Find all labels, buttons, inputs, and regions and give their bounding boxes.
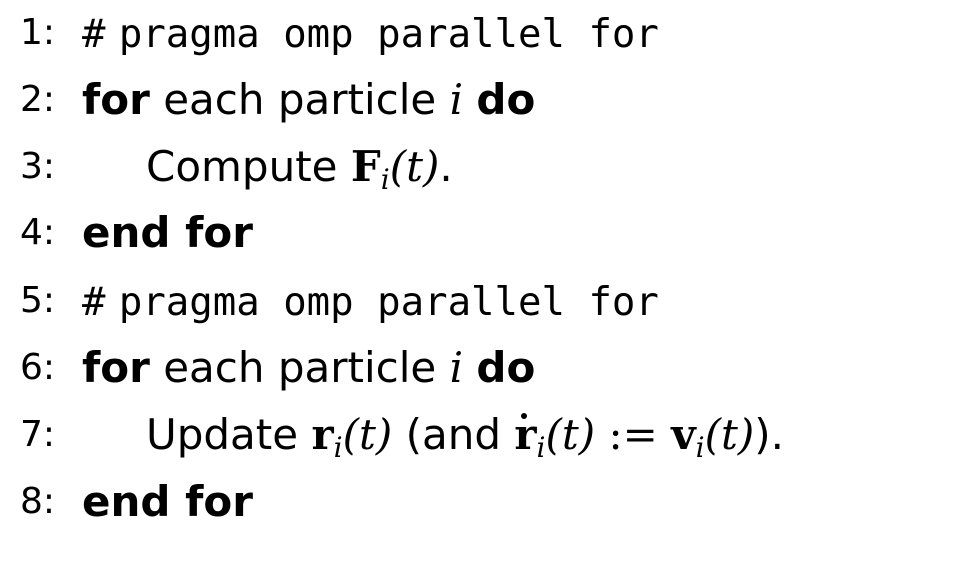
keyword-for: for bbox=[82, 75, 150, 124]
line-number: 7: bbox=[20, 414, 56, 455]
line-content: # pragma omp parallel for bbox=[82, 271, 659, 333]
pragma-hash: # bbox=[82, 280, 106, 325]
statement-text: Update bbox=[146, 410, 299, 459]
time-argument: (t) bbox=[342, 410, 393, 459]
time-argument: (t) bbox=[389, 142, 440, 191]
statement-end: . bbox=[439, 142, 453, 191]
algorithm-listing: 1: # pragma omp parallel for 2: for each… bbox=[0, 0, 964, 565]
loop-variable: i bbox=[449, 75, 464, 124]
keyword-do: do bbox=[476, 343, 536, 392]
loop-text: each particle bbox=[163, 343, 437, 392]
subscript: i bbox=[536, 431, 546, 464]
subscript: i bbox=[695, 431, 705, 464]
subscript: i bbox=[333, 431, 343, 464]
keyword-end-for: end for bbox=[82, 208, 253, 257]
velocity-dot-symbol: r bbox=[514, 405, 536, 465]
statement-close: ). bbox=[754, 410, 784, 459]
line-number: 3: bbox=[20, 146, 56, 187]
keyword-end-for: end for bbox=[82, 477, 253, 526]
velocity-symbol: v bbox=[671, 410, 696, 459]
force-symbol: F bbox=[350, 142, 381, 191]
pragma-directive: pragma omp parallel for bbox=[118, 280, 659, 325]
line-content: Compute Fi(t). bbox=[146, 137, 453, 202]
line-number: 2: bbox=[20, 79, 56, 120]
keyword-for: for bbox=[82, 343, 150, 392]
time-argument: (t) bbox=[545, 410, 596, 459]
line-number: 6: bbox=[20, 347, 56, 388]
line-number: 5: bbox=[20, 280, 56, 321]
position-symbol: r bbox=[311, 410, 334, 459]
line-content: Update ri(t) (and r i(t) := vi(t)). bbox=[146, 405, 784, 470]
line-content: for each particle i do bbox=[82, 338, 535, 398]
assign-operator: := bbox=[608, 410, 658, 459]
line-number: 8: bbox=[20, 481, 56, 522]
line-content: # pragma omp parallel for bbox=[82, 3, 659, 65]
statement-text: Compute bbox=[146, 142, 338, 191]
subscript: i bbox=[380, 163, 390, 196]
line-number: 4: bbox=[20, 212, 56, 253]
loop-text: each particle bbox=[163, 75, 437, 124]
pragma-directive: pragma omp parallel for bbox=[118, 12, 659, 57]
keyword-do: do bbox=[476, 75, 536, 124]
pragma-hash: # bbox=[82, 12, 106, 57]
paren-and: (and bbox=[405, 410, 501, 459]
loop-variable: i bbox=[449, 343, 464, 392]
time-argument: (t) bbox=[704, 410, 755, 459]
line-content: for each particle i do bbox=[82, 70, 535, 130]
line-number: 1: bbox=[20, 12, 56, 53]
